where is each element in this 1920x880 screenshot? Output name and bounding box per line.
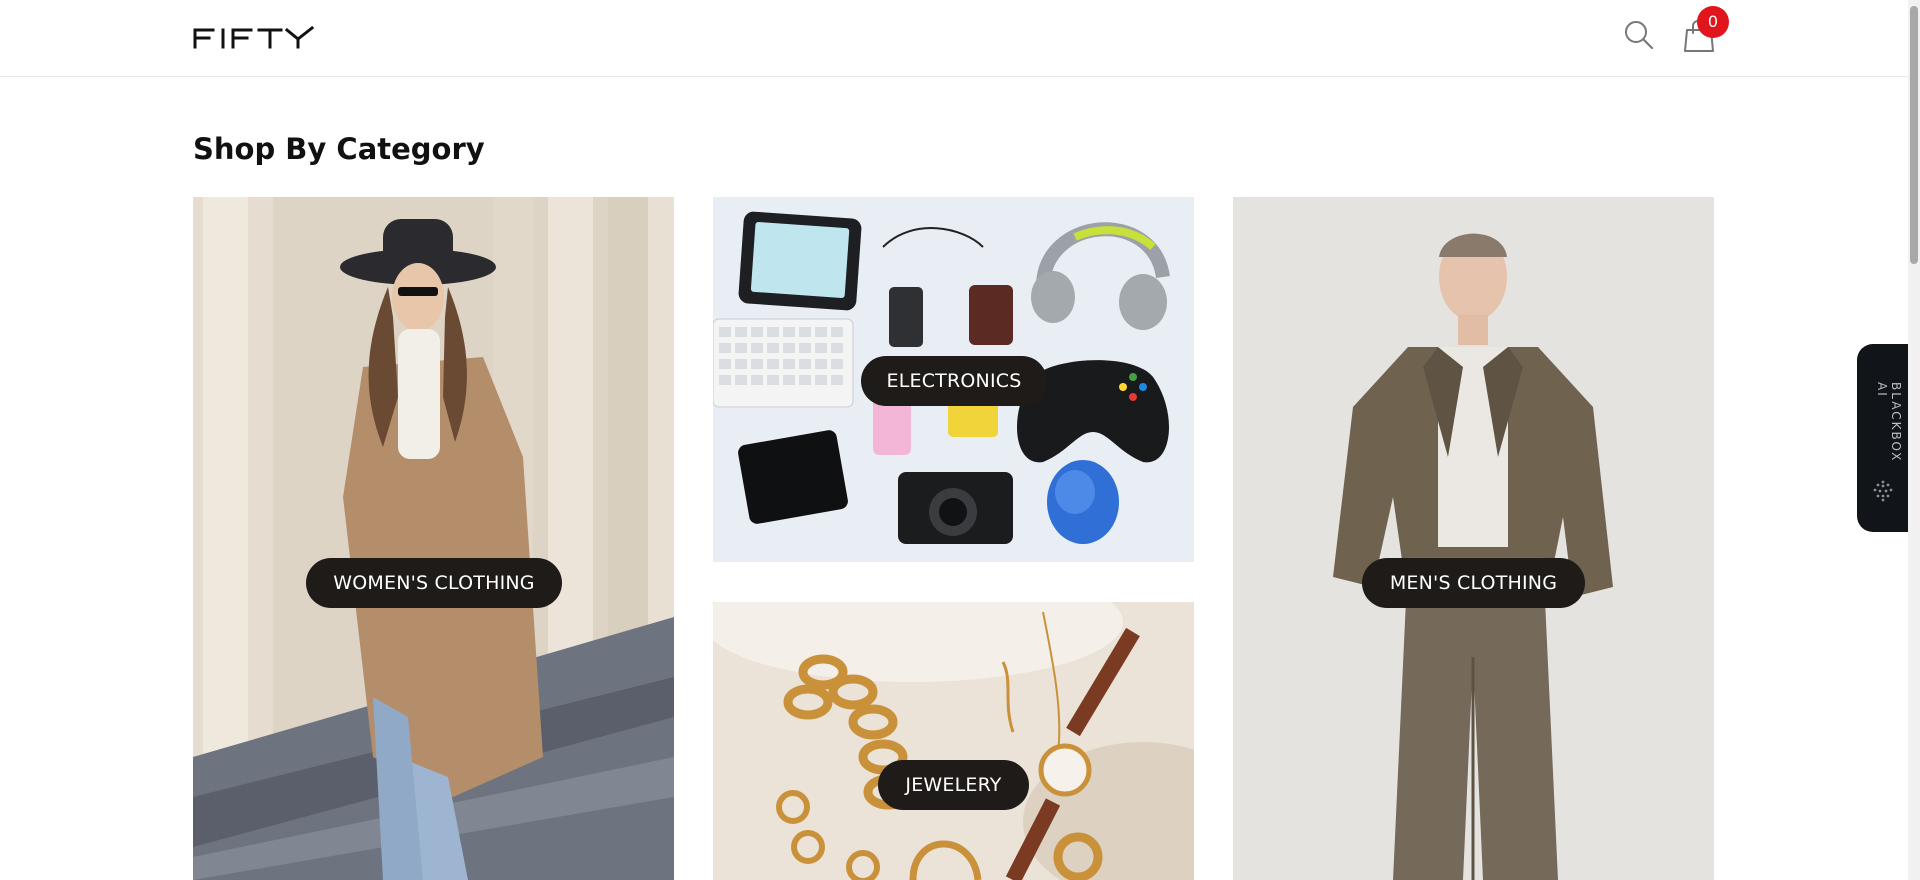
jewelery-image [713,602,1194,880]
section-title: Shop By Category [193,132,485,166]
mens-clothing-image [1233,197,1714,880]
womens-clothing-image [193,197,674,880]
category-tile-electronics[interactable]: ELECTRONICS [713,197,1194,562]
search-button[interactable] [1623,19,1655,51]
search-icon [1625,21,1654,50]
logo-fifty[interactable] [193,22,315,50]
scrollbar-thumb[interactable] [1910,6,1918,264]
category-tile-womens-clothing[interactable]: WOMEN'S CLOTHING [193,197,674,880]
cart-count-badge: 0 [1697,6,1729,38]
category-tile-mens-clothing[interactable]: MEN'S CLOTHING [1233,197,1714,880]
category-label-womens-clothing[interactable]: WOMEN'S CLOTHING [306,558,562,608]
blackbox-ai-label: BLACKBOX AI [1875,382,1903,463]
dot-grid-icon [1873,480,1893,502]
site-header: 0 [0,0,1908,77]
category-label-electronics[interactable]: ELECTRONICS [861,356,1047,406]
blackbox-ai-widget[interactable]: BLACKBOX AI [1857,344,1908,532]
category-label-jewelery[interactable]: JEWELERY [878,760,1029,810]
category-tile-jewelery[interactable]: JEWELERY [713,602,1194,880]
category-label-mens-clothing[interactable]: MEN'S CLOTHING [1362,558,1585,608]
